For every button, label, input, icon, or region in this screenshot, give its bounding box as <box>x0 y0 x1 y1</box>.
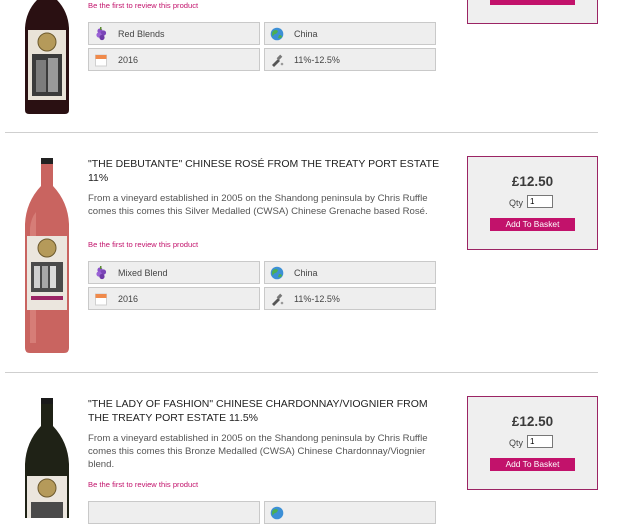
product-image[interactable] <box>22 158 72 354</box>
buy-box <box>467 0 598 24</box>
calendar-icon <box>95 54 107 67</box>
product-description: From a vineyard established in 2005 on t… <box>88 433 428 470</box>
qty-label: Qty <box>509 198 524 208</box>
attr-country-label: China <box>294 268 318 278</box>
add-to-basket-button[interactable] <box>490 0 575 5</box>
attr-abv: 11%-12.5% <box>264 48 436 71</box>
globe-icon <box>270 27 284 41</box>
attr-country: China <box>264 22 436 45</box>
qty-input[interactable] <box>527 195 553 208</box>
attr-style-label: Mixed Blend <box>118 268 168 278</box>
qty-label: Qty <box>509 438 524 448</box>
buy-box: £12.50 Qty Add To Basket <box>467 396 598 490</box>
attr-abv-label: 11%-12.5% <box>294 55 340 65</box>
product-price: £12.50 <box>511 174 554 189</box>
product-image[interactable] <box>22 398 72 518</box>
product-price: £12.50 <box>511 414 554 429</box>
attr-country <box>264 501 436 524</box>
attr-style-label: Red Blends <box>118 29 165 39</box>
product-divider <box>5 372 598 373</box>
attr-vintage: 2016 <box>88 287 260 310</box>
globe-icon <box>270 506 284 520</box>
product-title[interactable]: "THE LADY OF FASHION" CHINESE CHARDONNAY… <box>88 397 444 425</box>
product-image[interactable] <box>22 0 72 115</box>
attr-vintage-label: 2016 <box>118 294 139 304</box>
wine-pour-icon <box>272 54 284 67</box>
qty-input[interactable] <box>527 435 553 448</box>
wine-pour-icon <box>272 293 284 306</box>
review-link[interactable]: Be the first to review this product <box>88 240 198 249</box>
review-link[interactable]: Be the first to review this product <box>88 1 198 10</box>
attr-country: China <box>264 261 436 284</box>
review-link[interactable]: Be the first to review this product <box>88 480 198 489</box>
attr-abv-label: 11%-12.5% <box>294 294 340 304</box>
attr-vintage-label: 2016 <box>118 55 139 65</box>
globe-icon <box>270 266 284 280</box>
grapes-icon <box>96 266 107 280</box>
add-to-basket-button[interactable]: Add To Basket <box>490 458 575 471</box>
grapes-icon <box>96 27 107 41</box>
product-title[interactable]: "THE DEBUTANTE" CHINESE ROSÉ FROM THE TR… <box>88 157 444 185</box>
attr-style: Mixed Blend <box>88 261 260 284</box>
attr-country-label: China <box>294 29 318 39</box>
buy-box: £12.50 Qty Add To Basket <box>467 156 598 250</box>
attr-style <box>88 501 260 524</box>
calendar-icon <box>95 293 107 306</box>
attr-abv: 11%-12.5% <box>264 287 436 310</box>
product-divider <box>5 132 598 133</box>
add-to-basket-button[interactable]: Add To Basket <box>490 218 575 231</box>
attr-style: Red Blends <box>88 22 260 45</box>
product-description: From a vineyard established in 2005 on t… <box>88 193 428 217</box>
attr-vintage: 2016 <box>88 48 260 71</box>
